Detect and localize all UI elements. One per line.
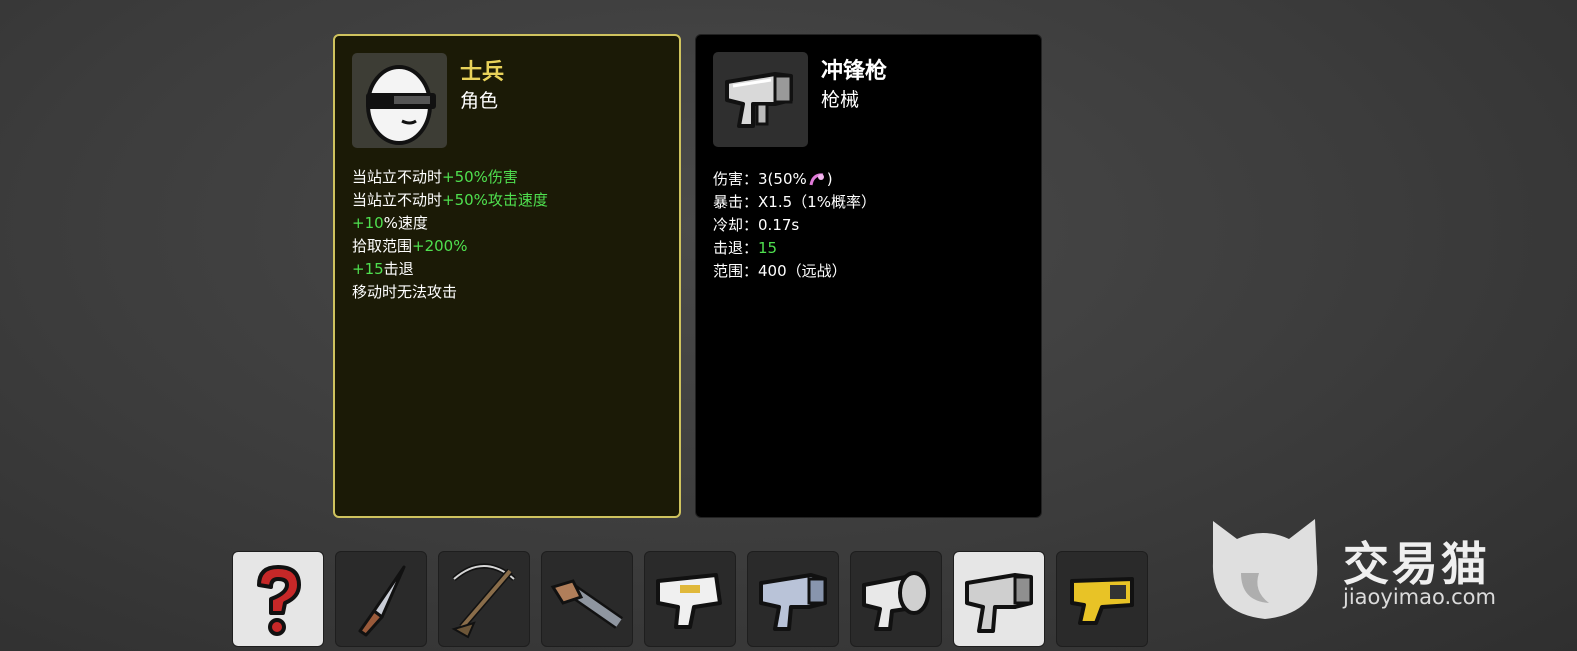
minigun-icon xyxy=(862,571,930,631)
weapon-name: 冲锋枪 xyxy=(821,59,888,84)
watermark: 交易猫 jiaoyimao.com xyxy=(1203,513,1513,623)
stat-line: 当站立不动时+50%攻击速度 xyxy=(352,191,548,209)
weapon-info-card: 冲锋枪 枪械 伤害：3(50%) 暴击：X1.5（1%概率） 冷却：0.17s … xyxy=(695,34,1042,518)
taser-icon xyxy=(1070,577,1134,625)
cooldown-stat: 冷却：0.17s xyxy=(713,216,800,234)
weapon-portrait xyxy=(713,52,808,147)
smg-icon xyxy=(725,72,793,128)
weapon-stats-list: 伤害：3(50%) 暴击：X1.5（1%概率） 冷却：0.17s 击退：15 范… xyxy=(713,168,876,283)
character-stats-list: 当站立不动时+50%伤害 当站立不动时+50%攻击速度 +10%速度 拾取范围+… xyxy=(352,166,548,304)
stat-line: 拾取范围+200% xyxy=(352,237,468,255)
character-portrait xyxy=(352,53,447,148)
character-name: 士兵 xyxy=(460,60,505,85)
crossbow-icon xyxy=(451,563,516,639)
pistol-icon xyxy=(656,573,722,629)
slot-minigun[interactable] xyxy=(850,551,942,647)
smg-blue-icon xyxy=(759,573,827,631)
slot-crossbow[interactable] xyxy=(438,551,530,647)
slot-smg-selected[interactable] xyxy=(953,551,1045,647)
question-mark-icon xyxy=(257,565,301,636)
watermark-text-url: jiaoyimao.com xyxy=(1343,585,1496,609)
range-stat: 范围：400（远战） xyxy=(713,262,847,280)
cat-logo-icon xyxy=(1212,519,1318,619)
stat-line: +10%速度 xyxy=(352,214,428,232)
crit-stat: 暴击：X1.5（1%概率） xyxy=(713,193,876,211)
damage-stat: 伤害：3(50%) xyxy=(713,170,833,188)
knife-icon xyxy=(358,565,406,637)
slot-knife[interactable] xyxy=(335,551,427,647)
knockback-stat: 击退：15 xyxy=(713,239,778,257)
double-barrel-shotgun-icon xyxy=(550,579,623,629)
character-info-card: 士兵 角色 当站立不动时+50%伤害 当站立不动时+50%攻击速度 +10%速度… xyxy=(333,34,681,518)
soldier-damage-icon xyxy=(809,172,824,185)
slot-smg-blue[interactable] xyxy=(747,551,839,647)
slot-taser[interactable] xyxy=(1056,551,1148,647)
slot-random[interactable] xyxy=(232,551,324,647)
smg-icon xyxy=(965,573,1033,633)
soldier-egg-icon xyxy=(366,65,436,145)
stat-line: 当站立不动时+50%伤害 xyxy=(352,168,518,186)
stat-line: +15击退 xyxy=(352,260,414,278)
character-category: 角色 xyxy=(460,90,499,112)
weapon-category: 枪械 xyxy=(821,89,860,111)
slot-pistol[interactable] xyxy=(644,551,736,647)
slot-shotgun[interactable] xyxy=(541,551,633,647)
stat-line: 移动时无法攻击 xyxy=(352,283,458,301)
